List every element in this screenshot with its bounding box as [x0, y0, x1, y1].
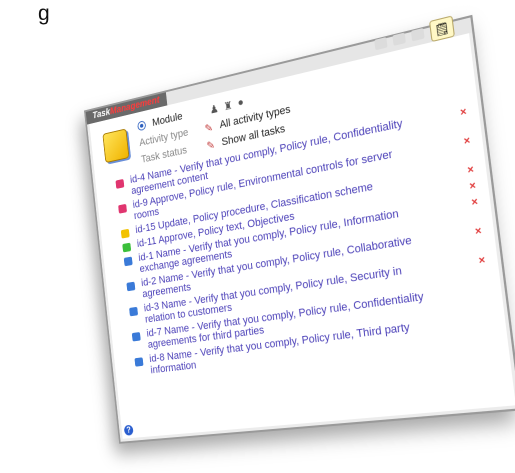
toolbar-forward-icon[interactable] — [392, 32, 406, 46]
task-type-icon — [118, 203, 128, 214]
task-type-icon — [122, 242, 132, 253]
delete-task-icon[interactable]: × — [478, 255, 486, 268]
window-title-part1: Task — [92, 107, 111, 122]
task-status-edit-icon[interactable]: ✎ — [206, 138, 215, 152]
user-icon[interactable]: ● — [237, 96, 244, 110]
delete-task-icon[interactable]: × — [460, 106, 468, 119]
task-type-icon — [123, 256, 133, 267]
delete-task-icon[interactable]: × — [469, 180, 477, 193]
screenshot-scene: TaskManagement 🗒 Module ♟ ♜ ● Activity t… — [0, 0, 515, 473]
toolbar-refresh-icon[interactable] — [410, 27, 425, 42]
task-type-icon — [120, 228, 130, 239]
module-notes-icon — [102, 128, 130, 164]
group-icon[interactable]: ♜ — [223, 98, 233, 113]
module-radio[interactable] — [137, 120, 147, 132]
task-type-icon — [126, 281, 136, 292]
delete-task-icon[interactable]: × — [474, 225, 482, 238]
toolbar-back-icon[interactable] — [374, 37, 388, 51]
notes-icon: 🗒 — [433, 21, 451, 38]
delete-task-icon[interactable]: × — [463, 135, 471, 148]
delete-task-icon[interactable]: × — [467, 164, 475, 177]
task-management-window: TaskManagement 🗒 Module ♟ ♜ ● Activity t… — [84, 14, 515, 444]
task-type-icon — [131, 332, 141, 342]
task-type-icon — [129, 306, 139, 317]
help-icon[interactable]: ? — [123, 424, 134, 436]
task-type-icon — [115, 178, 125, 189]
person-icon[interactable]: ♟ — [209, 102, 219, 116]
notes-toolbar-button[interactable]: 🗒 — [428, 15, 455, 43]
activity-type-edit-icon[interactable]: ✎ — [204, 121, 213, 135]
task-type-icon — [134, 357, 144, 367]
delete-task-icon[interactable]: × — [471, 196, 479, 209]
